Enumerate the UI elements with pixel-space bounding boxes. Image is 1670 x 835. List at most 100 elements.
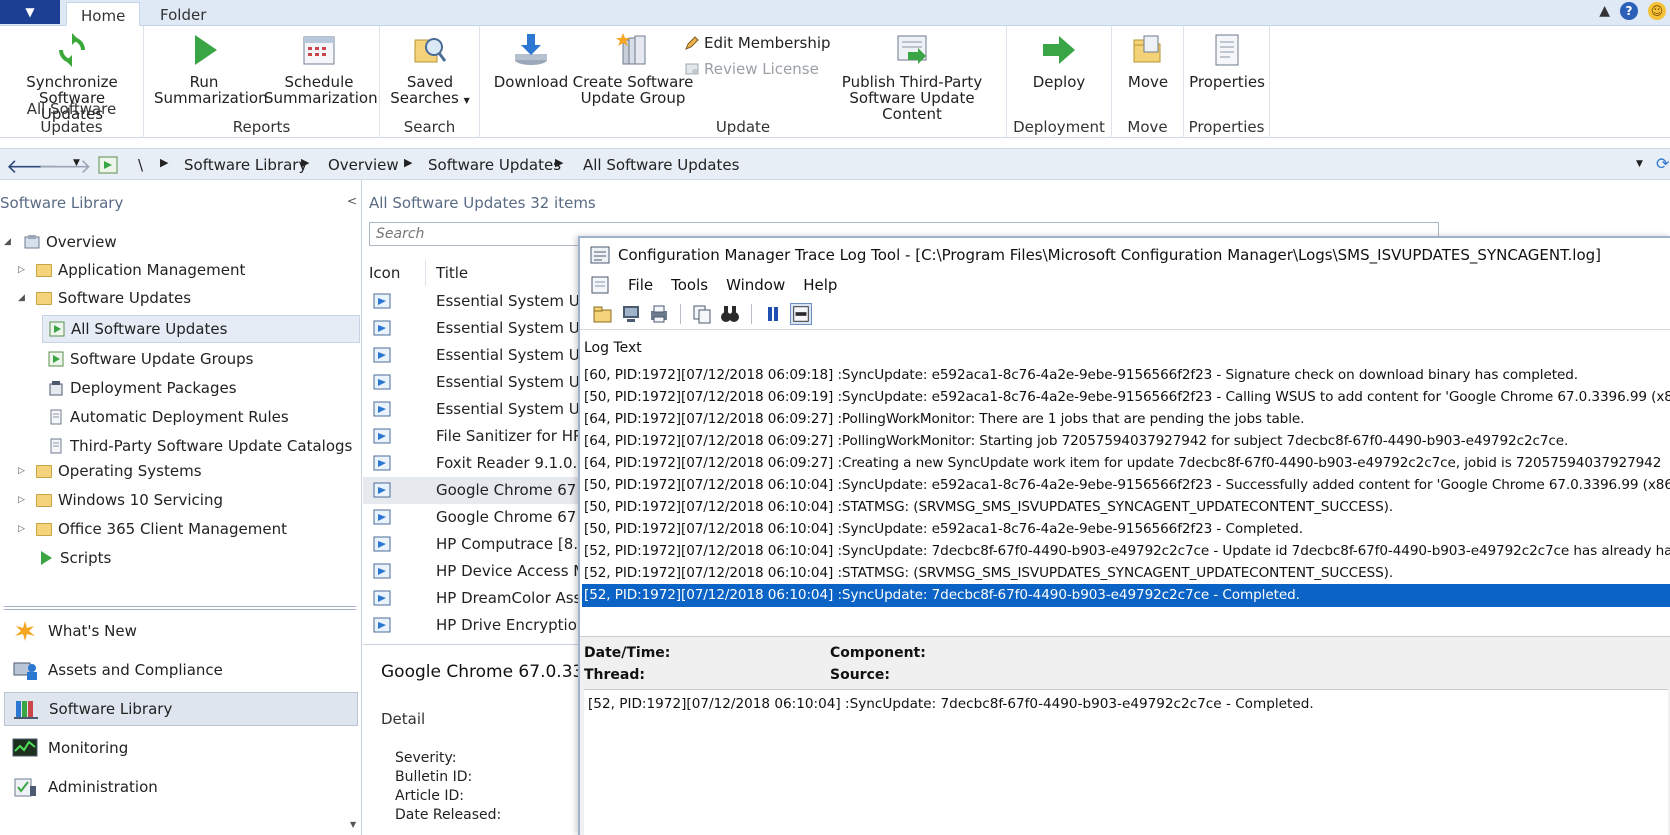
highlight-toggle-icon[interactable] (790, 302, 812, 325)
tree-item-scripts[interactable]: Scripts (38, 545, 111, 571)
workspace-splitter[interactable] (4, 606, 356, 610)
history-dropdown-icon[interactable]: ▼ (73, 158, 80, 168)
tree-item-windows-10-servicing[interactable]: Windows 10 Servicing (36, 487, 223, 513)
tree-item-office-365[interactable]: Office 365 Client Management (36, 516, 287, 542)
table-row[interactable]: Google Chrome 67.0.3 (363, 477, 583, 504)
minimize-ribbon-icon[interactable]: ▲ (1599, 3, 1610, 19)
log-line[interactable]: [64, PID:1972][07/12/2018 06:09:27] :Pol… (582, 408, 1670, 431)
tree-item-label: Operating Systems (58, 462, 202, 480)
tree-collapsed-arrow-icon[interactable]: ▷ (18, 466, 25, 476)
tree-collapsed-arrow-icon[interactable]: ▷ (18, 524, 25, 534)
collapse-pane-icon[interactable]: < (347, 194, 357, 208)
forward-arrow-icon[interactable]: 🡒 (38, 154, 92, 178)
table-row[interactable]: Google Chrome 67.0.3 (363, 504, 583, 531)
log-line[interactable]: [52, PID:1972][07/12/2018 06:10:04] :Syn… (582, 540, 1670, 563)
breadcrumb-overview[interactable]: Overview (328, 156, 399, 174)
tab-home[interactable]: Home (66, 2, 141, 26)
tree-expanded-arrow-icon[interactable]: ◢ (18, 293, 25, 303)
table-row[interactable]: HP DreamColor Assist (363, 585, 583, 612)
scroll-down-arrow-icon[interactable]: ▼ (350, 820, 356, 829)
breadcrumb-separator[interactable]: ▶ (404, 156, 412, 169)
column-header-title[interactable]: Title (430, 260, 590, 286)
download-button[interactable]: Download (492, 32, 570, 90)
pause-icon[interactable] (762, 303, 784, 325)
tree-item-all-software-updates[interactable]: All Software Updates (42, 315, 360, 343)
breadcrumb-root[interactable]: \ (138, 156, 143, 174)
publish-third-party-content-button[interactable]: Publish Third-Party Software Update Cont… (822, 32, 1002, 122)
review-license-button[interactable]: Review License (684, 60, 819, 78)
menu-file[interactable]: File (628, 276, 653, 294)
feedback-smile-icon[interactable]: ☺ (1648, 2, 1666, 20)
column-header-icon[interactable]: Icon (363, 260, 426, 286)
workspace-monitoring[interactable]: Monitoring (4, 731, 358, 765)
log-line[interactable]: [50, PID:1972][07/12/2018 06:10:04] :Syn… (582, 518, 1670, 541)
menu-help[interactable]: Help (803, 276, 837, 294)
print-icon[interactable] (648, 303, 670, 325)
breadcrumb-separator[interactable]: ▶ (301, 156, 309, 169)
table-row[interactable]: HP Computrace [8.3.0 (363, 531, 583, 558)
log-line[interactable]: [60, PID:1972][07/12/2018 06:09:18] :Syn… (582, 364, 1670, 387)
table-row[interactable]: Essential System Upda (363, 315, 583, 342)
schedule-summarization-button[interactable]: Schedule Summarization (264, 32, 378, 106)
log-line[interactable]: [50, PID:1972][07/12/2018 06:10:04] :STA… (582, 496, 1670, 519)
trace-window-titlebar[interactable]: Configuration Manager Trace Log Tool - [… (580, 238, 1670, 272)
breadcrumb-software-library[interactable]: Software Library (184, 156, 307, 174)
ribbon-group-properties: Properties Properties (1184, 26, 1270, 138)
tree-item-software-updates[interactable]: Software Updates (36, 285, 191, 311)
breadcrumb-software-updates[interactable]: Software Updates (428, 156, 561, 174)
tree-item-automatic-deployment-rules[interactable]: Automatic Deployment Rules (48, 404, 289, 430)
workspace-whats-new[interactable]: What's New (4, 614, 358, 648)
run-summarization-button[interactable]: Run Summarization (154, 32, 268, 106)
address-dropdown-icon[interactable]: ▼ (1636, 159, 1643, 169)
log-line[interactable]: [64, PID:1972][07/12/2018 06:09:27] :Pol… (582, 430, 1670, 453)
tree-item-software-update-groups[interactable]: Software Update Groups (48, 346, 253, 372)
table-row[interactable]: Essential System Upda (363, 369, 583, 396)
find-binoculars-icon[interactable] (719, 303, 741, 325)
tree-item-deployment-packages[interactable]: Deployment Packages (48, 375, 237, 401)
tree-item-overview[interactable]: Overview (24, 229, 117, 255)
tree-item-label: Third-Party Software Update Catalogs (70, 437, 353, 455)
table-row[interactable]: Essential System Upda (363, 288, 583, 315)
help-icon[interactable]: ? (1620, 2, 1638, 20)
tree-expanded-arrow-icon[interactable]: ◢ (4, 237, 11, 247)
menu-window[interactable]: Window (726, 276, 785, 294)
log-line[interactable]: [50, PID:1972][07/12/2018 06:09:19] :Syn… (582, 386, 1670, 409)
file-menu-button[interactable]: ▼ (0, 0, 60, 24)
table-row[interactable]: HP Device Access Ma (363, 558, 583, 585)
log-text-column-header[interactable]: Log Text (584, 340, 642, 356)
log-line[interactable]: [52, PID:1972][07/12/2018 06:10:04] :STA… (582, 562, 1670, 585)
tree-collapsed-arrow-icon[interactable]: ▷ (18, 265, 25, 275)
document-icon[interactable] (590, 276, 610, 294)
workspace-software-library[interactable]: Software Library (4, 692, 358, 726)
table-row[interactable]: File Sanitizer for HP P (363, 423, 583, 450)
workspace-administration[interactable]: Administration (4, 770, 358, 804)
refresh-icon[interactable]: ⟳ (1656, 154, 1669, 173)
open-folder-icon[interactable] (592, 303, 614, 325)
table-row[interactable]: Essential System Upda (363, 342, 583, 369)
open-remote-icon[interactable] (620, 303, 642, 325)
tab-folder[interactable]: Folder (146, 2, 220, 26)
tree-collapsed-arrow-icon[interactable]: ▷ (18, 495, 25, 505)
edit-membership-button[interactable]: Edit Membership (684, 34, 831, 52)
saved-searches-button[interactable]: Saved Searches ▼ (388, 32, 472, 109)
tree-item-application-management[interactable]: Application Management (36, 257, 245, 283)
log-line[interactable]: [64, PID:1972][07/12/2018 06:09:27] :Cre… (582, 452, 1670, 475)
breadcrumb-separator[interactable]: ▶ (160, 156, 168, 169)
create-software-update-group-button[interactable]: Create Software Update Group (572, 32, 694, 106)
table-row[interactable]: Foxit Reader 9.1.0.509 (363, 450, 583, 477)
log-entry-detail-text[interactable]: [52, PID:1972][07/12/2018 06:10:04] :Syn… (584, 689, 1668, 835)
tree-item-operating-systems[interactable]: Operating Systems (36, 458, 202, 484)
properties-button[interactable]: Properties (1188, 32, 1266, 90)
breadcrumb-all-software-updates[interactable]: All Software Updates (583, 156, 739, 174)
log-line[interactable]: [50, PID:1972][07/12/2018 06:10:04] :Syn… (582, 474, 1670, 497)
copy-icon[interactable] (691, 303, 713, 325)
deploy-button[interactable]: Deploy (1013, 32, 1105, 90)
table-row[interactable]: Essential System Upda (363, 396, 583, 423)
menu-tools[interactable]: Tools (671, 276, 708, 294)
move-button[interactable]: Move (1116, 32, 1180, 90)
breadcrumb-separator[interactable]: ▶ (555, 156, 563, 169)
tree-item-third-party-catalogs[interactable]: Third-Party Software Update Catalogs (48, 433, 352, 459)
table-row[interactable]: HP Drive Encryption [ (363, 612, 583, 639)
workspace-assets-and-compliance[interactable]: Assets and Compliance (4, 653, 358, 687)
log-line[interactable]: [52, PID:1972][07/12/2018 06:10:04] :Syn… (582, 584, 1670, 607)
